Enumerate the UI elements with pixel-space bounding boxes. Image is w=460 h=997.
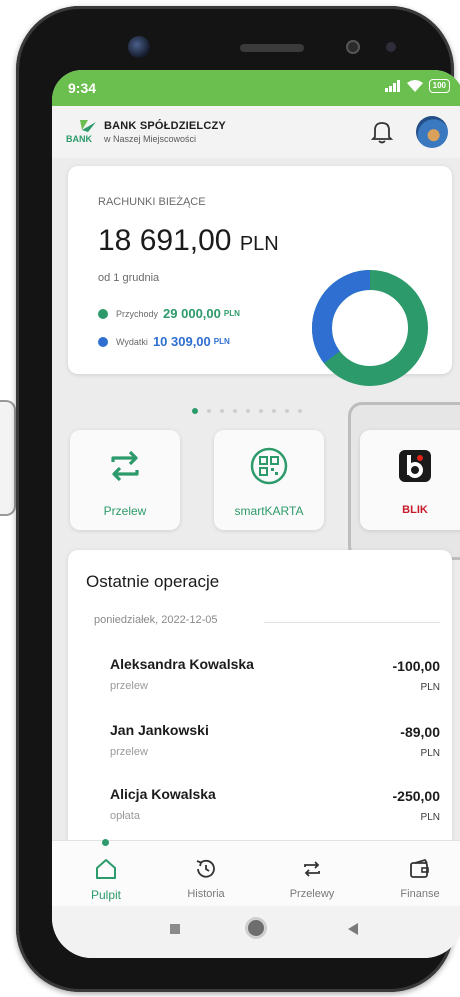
operation-currency: PLN — [420, 748, 440, 759]
blik-tile[interactable]: BLIK — [360, 430, 460, 530]
income-unit: PLN — [223, 309, 240, 318]
logo-text: BANK — [66, 134, 92, 144]
recent-operations-title: Ostatnie operacje — [86, 572, 220, 591]
operation-currency: PLN — [420, 812, 440, 823]
battery-icon: 100 — [428, 79, 450, 93]
operation-type: opłata — [110, 810, 140, 822]
wifi-icon — [406, 80, 423, 92]
active-indicator-dot — [102, 839, 109, 846]
income-value: 29 000,00 — [163, 306, 221, 321]
operation-currency: PLN — [420, 682, 440, 693]
carousel-dot[interactable] — [272, 409, 276, 413]
carousel-dot[interactable] — [207, 409, 211, 413]
app-header: BANK BANK SPÓŁDZIELCZY w Naszej Miejscow… — [52, 106, 460, 158]
transfer-tile-label: Przelew — [103, 504, 147, 518]
front-camera — [128, 36, 150, 58]
carousel-dot[interactable] — [285, 409, 289, 413]
expense-value: 10 309,00 — [152, 334, 211, 349]
carousel-dot[interactable] — [298, 409, 302, 413]
nav-label: Przelewy — [289, 888, 335, 900]
smartkarta-tile[interactable]: smartKARTA — [214, 430, 324, 530]
nav-item-finanse[interactable]: Finanse — [380, 851, 460, 900]
period-label: od 1 grudnia — [98, 272, 160, 284]
avatar[interactable] — [416, 116, 448, 148]
expense-dot — [98, 336, 108, 347]
operation-amount: -89,00 — [400, 724, 440, 740]
income-dot — [98, 308, 108, 319]
phone-frame: 9:34 100 BANK BANK SPÓŁDZIELCZY w Naszej… — [16, 6, 460, 992]
nav-item-pulpit[interactable]: Pulpit — [66, 851, 146, 902]
operation-amount: -100,00 — [392, 658, 440, 674]
carousel-dot[interactable] — [259, 409, 263, 413]
status-icons: 100 — [384, 79, 450, 93]
proximity-sensor — [346, 40, 360, 54]
history-icon — [196, 859, 215, 878]
expense-unit: PLN — [213, 337, 230, 346]
operation-name: Alicja Kowalska — [110, 786, 216, 802]
accounts-title: RACHUNKI BIEŻĄCE — [98, 196, 206, 208]
carousel-dot[interactable] — [233, 409, 237, 413]
system-navigation-bar — [52, 906, 460, 958]
nav-label: Finanse — [400, 888, 440, 900]
recent-operations: Ostatnie operacje poniedziałek, 2022-12-… — [68, 550, 452, 850]
recent-apps-icon[interactable] — [170, 924, 180, 934]
balance-currency: PLN — [239, 233, 279, 255]
carousel-dot[interactable] — [192, 408, 198, 414]
carousel-indicator[interactable] — [192, 408, 302, 414]
operation-name: Aleksandra Kowalska — [110, 656, 254, 672]
light-sensor — [386, 42, 396, 52]
date-divider — [264, 622, 440, 623]
balance-value: 18 691,00 — [98, 224, 232, 257]
operation-name: Jan Jankowski — [110, 722, 209, 738]
nav-item-historia[interactable]: Historia — [166, 851, 246, 900]
account-balance: 18 691,00 PLN — [98, 224, 279, 258]
bank-name: BANK SPÓŁDZIELCZY — [104, 120, 226, 132]
home-button-icon[interactable] — [248, 920, 264, 936]
nav-label: Historia — [187, 888, 225, 900]
blik-logo-icon — [399, 450, 431, 482]
operation-row[interactable]: Alicja Kowalska opłata -250,00 PLN — [110, 786, 440, 836]
income-label: Przychody — [116, 308, 159, 319]
side-button-frame — [0, 400, 16, 516]
operation-row[interactable]: Aleksandra Kowalska przelew -100,00 PLN — [110, 656, 440, 706]
accounts-card[interactable]: RACHUNKI BIEŻĄCE 18 691,00 PLN od 1 grud… — [68, 166, 452, 386]
wallet-icon — [410, 858, 429, 878]
nav-label: Pulpit — [90, 888, 122, 902]
bank-subtitle: w Naszej Miejscowości — [104, 134, 197, 144]
operations-date: poniedziałek, 2022-12-05 — [94, 614, 218, 626]
transfers-icon — [304, 861, 320, 877]
status-time: 9:34 — [68, 80, 97, 96]
earpiece-speaker — [240, 44, 304, 52]
bottom-navigation: Pulpit Historia Przelewy Finanse — [52, 839, 460, 907]
balance-donut-chart — [312, 270, 428, 386]
signal-icon — [384, 80, 400, 92]
app-screen: 9:34 100 BANK BANK SPÓŁDZIELCZY w Naszej… — [52, 70, 460, 958]
home-icon — [96, 859, 116, 879]
carousel-dot[interactable] — [220, 409, 224, 413]
expense-legend: Wydatki 10 309,00 PLN — [98, 334, 230, 349]
notification-bell-icon[interactable] — [368, 118, 396, 146]
carousel-dot[interactable] — [246, 409, 250, 413]
nav-item-przelewy[interactable]: Przelewy — [272, 851, 352, 900]
blik-tile-label: BLIK — [402, 504, 428, 516]
transfer-tile[interactable]: Przelew — [70, 430, 180, 530]
operation-row[interactable]: Jan Jankowski przelew -89,00 PLN — [110, 722, 440, 772]
income-legend: Przychody 29 000,00 PLN — [98, 306, 240, 321]
operation-type: przelew — [110, 680, 148, 692]
operation-amount: -250,00 — [392, 788, 440, 804]
transfer-icon — [111, 450, 139, 482]
smartkarta-tile-label: smartKARTA — [234, 504, 304, 518]
back-icon[interactable] — [348, 923, 358, 935]
expense-label: Wydatki — [116, 336, 148, 347]
qr-code-icon — [250, 447, 288, 485]
operation-type: przelew — [110, 746, 148, 758]
status-bar: 9:34 100 — [52, 70, 460, 106]
